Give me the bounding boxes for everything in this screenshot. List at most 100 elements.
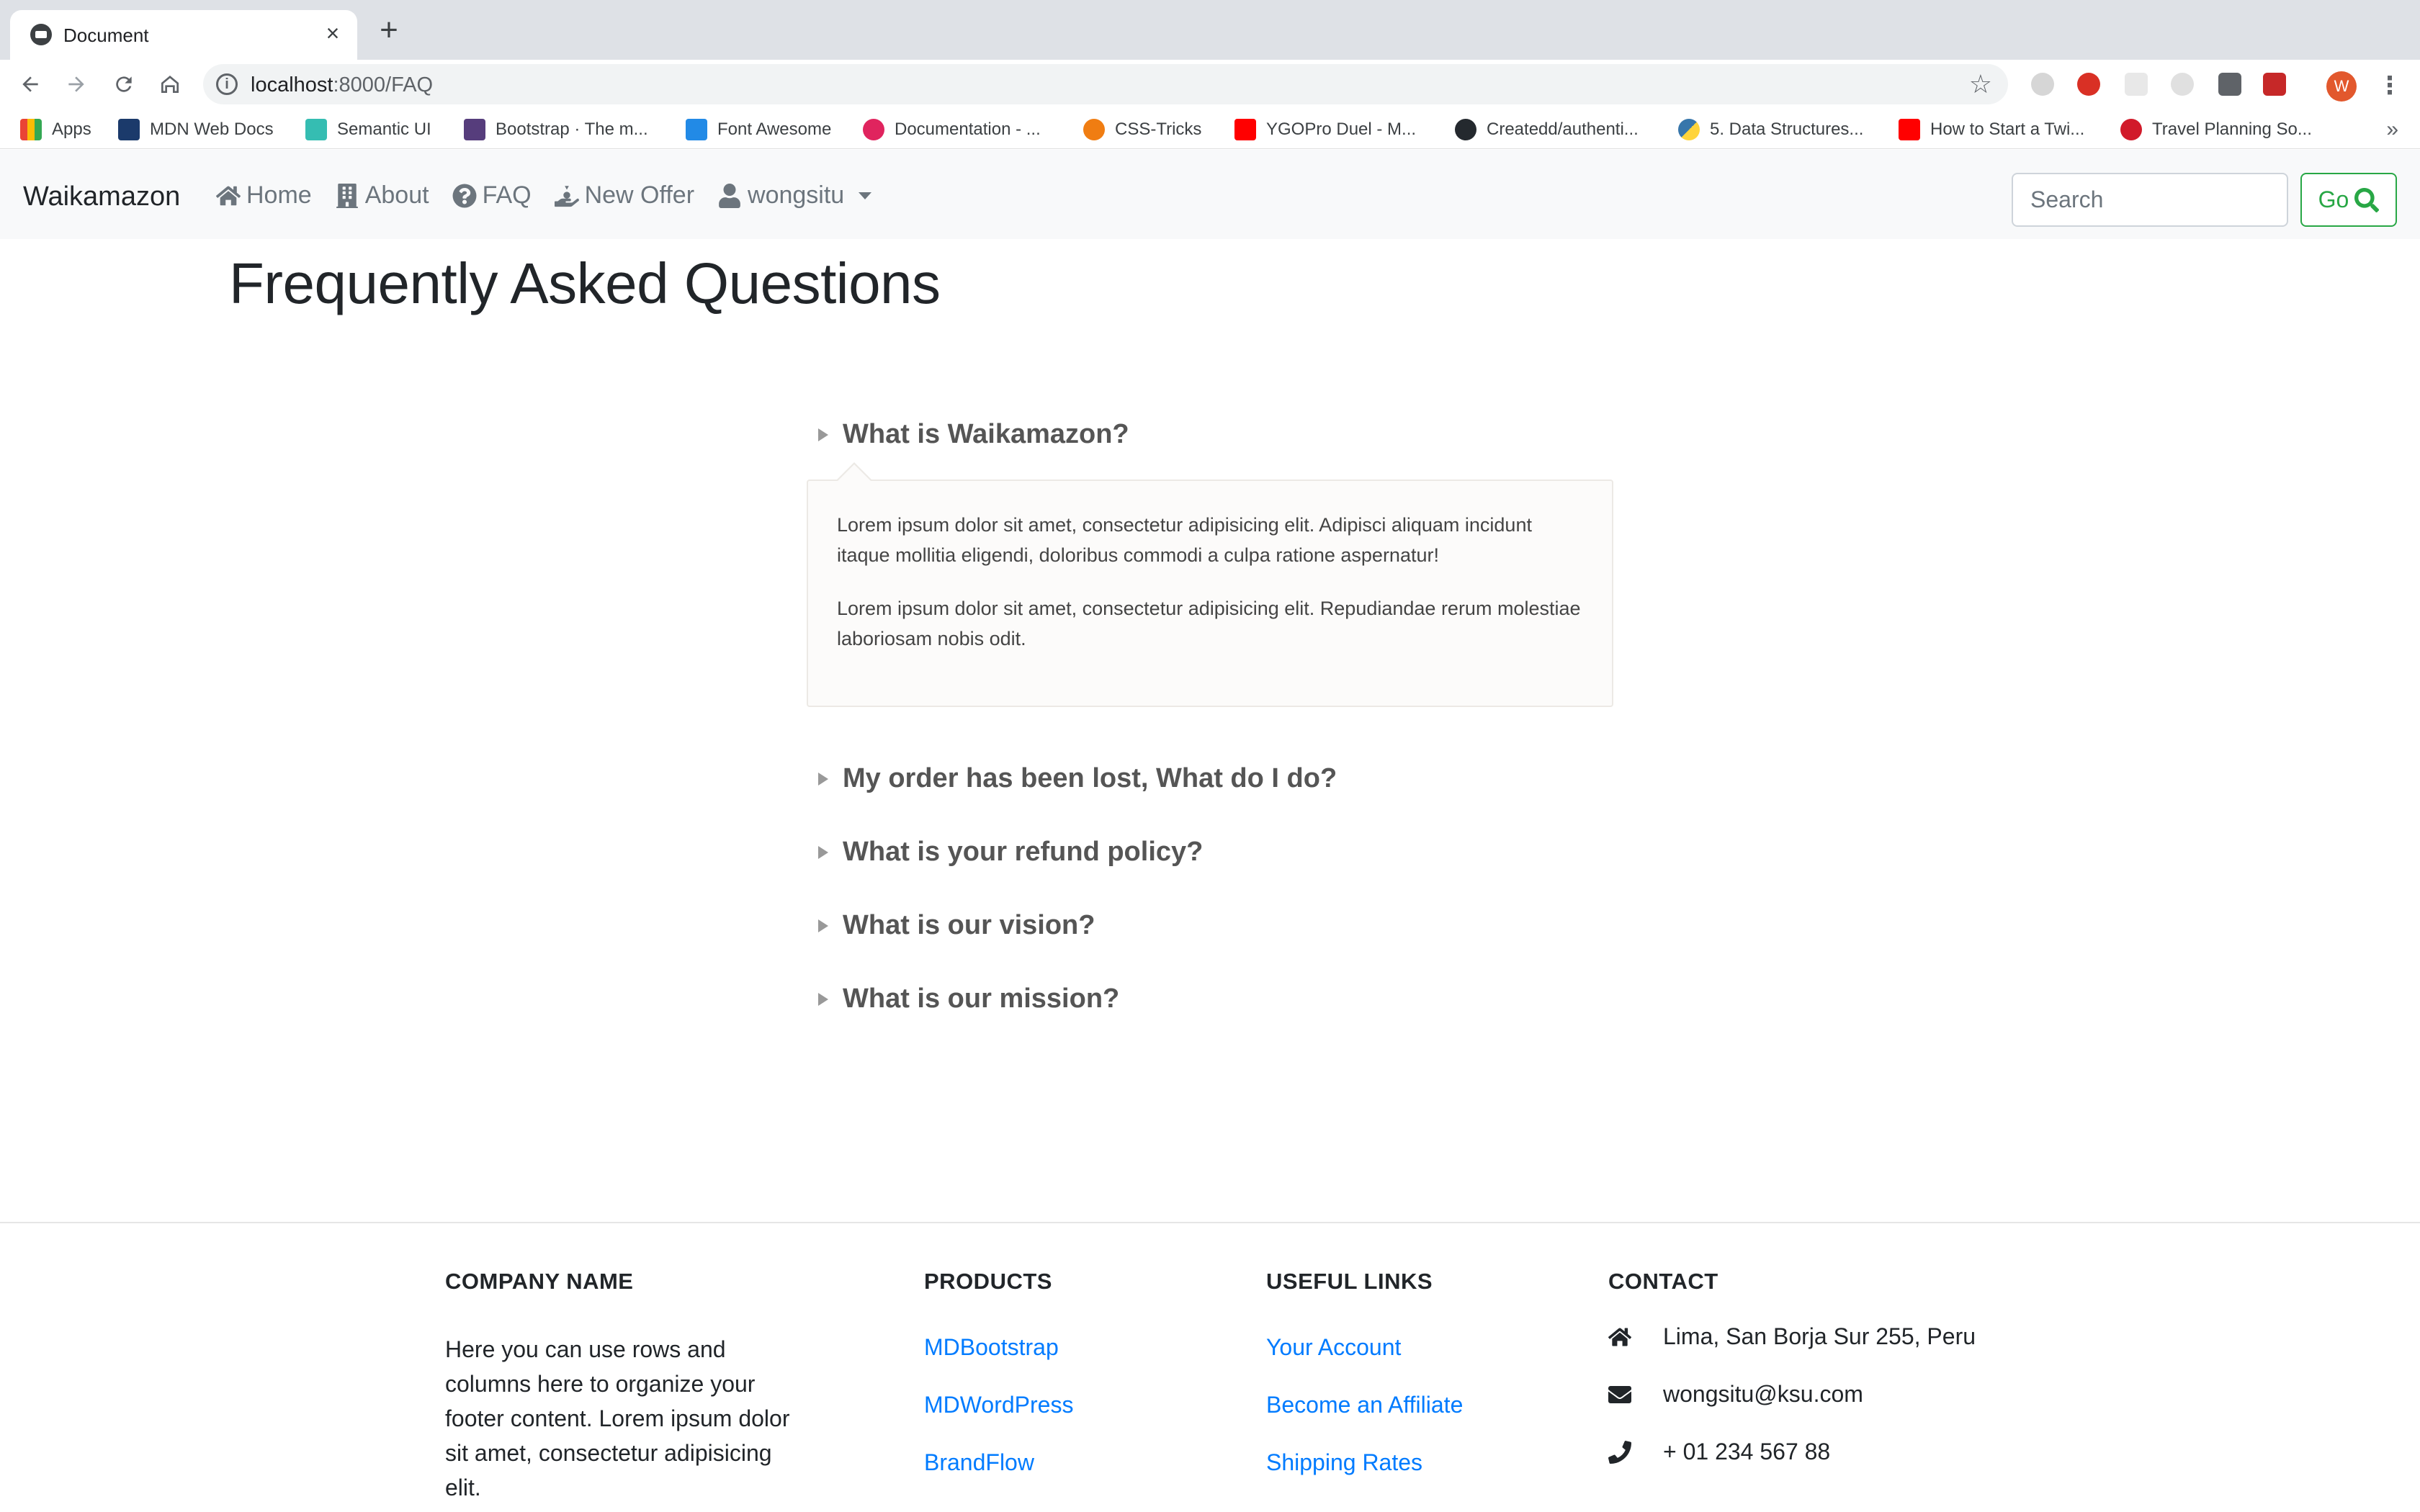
disclosure-triangle-icon [818,428,828,441]
bookmark-apps[interactable]: Apps [20,119,91,140]
home-browser-icon[interactable] [154,68,186,100]
brand-logo[interactable]: Waikamazon [23,181,180,212]
site-navbar: Waikamazon Home About FAQ New Offer wong… [0,150,2420,239]
envelope-icon [1608,1385,1631,1403]
footer-products-column: PRODUCTS MDBootstrap MDWordPress BrandFl… [924,1269,1073,1478]
nav-home[interactable]: Home [216,181,312,210]
adblock-extension-icon[interactable] [2077,73,2100,96]
bookmark-data-structures[interactable]: 5. Data Structures... [1678,119,1863,140]
footer-useful-links-column: USEFUL LINKS Your Account Become an Affi… [1266,1269,1463,1478]
bookmarks-bar: Apps MDN Web Docs Semantic UI Bootstrap … [0,109,2420,149]
footer-contact-column: CONTACT Lima, San Borja Sur 255, Peru wo… [1608,1269,1976,1467]
bookmark-ygopro[interactable]: YGOPro Duel - M... [1234,119,1416,140]
profile-avatar[interactable]: W [2326,71,2357,102]
bookmark-documentation[interactable]: Documentation - ... [863,119,1041,140]
bookmark-twitch[interactable]: How to Start a Twi... [1899,119,2084,140]
site-info-icon[interactable]: i [216,73,238,95]
nav-links: Home About FAQ New Offer wongsitu [216,181,872,210]
home-icon [216,186,241,205]
footer-divider [0,1222,2420,1223]
bookmark-star-icon[interactable]: ☆ [1969,70,1992,99]
nav-faq[interactable]: FAQ [452,181,532,210]
bookmark-bootstrap[interactable]: Bootstrap · The m... [464,119,648,140]
semantic-ui-icon [305,119,327,140]
faq-question[interactable]: What is Waikamazon? [818,419,1129,450]
bookmark-github[interactable]: Createdd/authenti... [1455,119,1639,140]
tab-favicon-icon [30,24,52,45]
nav-user-dropdown[interactable]: wongsitu [717,181,872,210]
faq-answer-paragraph: Lorem ipsum dolor sit amet, consectetur … [837,514,1532,566]
faq-question[interactable]: What is our mission? [818,984,1119,1014]
bookmark-travel[interactable]: Travel Planning So... [2120,119,2312,140]
address-bar[interactable]: i localhost:8000/FAQ ☆ [203,64,2008,104]
page-title: Frequently Asked Questions [229,251,941,315]
footer-heading: USEFUL LINKS [1266,1269,1433,1294]
css-off-extension-icon[interactable] [2218,73,2241,96]
apps-grid-icon [20,119,42,140]
footer-heading: COMPANY NAME [445,1269,634,1294]
browser-toolbar: i localhost:8000/FAQ ☆ W ⋮ [0,60,2420,109]
browser-tabstrip: Document × + [0,0,2420,60]
faq-question[interactable]: What is our vision? [818,910,1095,941]
contact-email: wongsitu@ksu.com [1608,1379,1976,1410]
footer-link[interactable]: Your Account [1266,1332,1463,1363]
search-icon [2354,187,2380,212]
reload-icon[interactable] [108,68,140,100]
footer-link[interactable]: BrandFlow [924,1447,1073,1478]
more-bookmarks-icon[interactable]: » [2386,117,2398,142]
nav-about[interactable]: About [335,181,429,210]
footer-heading: CONTACT [1608,1269,1718,1294]
python-icon [1678,119,1700,140]
search-input[interactable] [2012,173,2288,227]
browser-tab[interactable]: Document × [10,10,357,60]
nav-new-offer[interactable]: New Offer [554,181,694,210]
new-tab-button[interactable]: + [375,14,403,46]
bookmark-font-awesome[interactable]: Font Awesome [686,119,831,140]
home-icon [1608,1328,1631,1346]
user-icon [719,183,740,208]
bookmark-mdn[interactable]: MDN Web Docs [118,119,274,140]
mdn-icon [118,119,140,140]
faq-question[interactable]: What is your refund policy? [818,837,1203,868]
youtube-icon [1899,119,1920,140]
chevron-down-icon [859,192,872,199]
disclosure-triangle-icon [818,992,828,1006]
go-button[interactable]: Go [2300,173,2397,227]
disclosure-triangle-icon [818,772,828,786]
youtube-icon [1234,119,1256,140]
bootstrap-icon [464,119,485,140]
disclosure-triangle-icon [818,919,828,932]
extension-icon[interactable] [2125,73,2148,96]
disclosure-triangle-icon [818,845,828,859]
building-icon [336,183,358,208]
tab-title: Document [63,24,149,46]
footer-link[interactable]: MDWordPress [924,1390,1073,1421]
footer-company-column: COMPANY NAME Here you can use rows and c… [445,1269,812,1505]
extension-icon[interactable] [2031,73,2054,96]
github-icon [1455,119,1476,140]
css-tricks-icon [1083,119,1105,140]
faq-answer-paragraph: Lorem ipsum dolor sit amet, consectetur … [837,598,1581,649]
bookmark-css-tricks[interactable]: CSS-Tricks [1083,119,1201,140]
travel-icon [2120,119,2142,140]
footer-link[interactable]: MDBootstrap [924,1332,1073,1363]
close-tab-icon[interactable]: × [320,20,346,46]
documentation-icon [863,119,884,140]
hand-holding-icon [554,185,579,207]
phone-icon [1608,1440,1631,1464]
bookmark-semantic-ui[interactable]: Semantic UI [305,119,431,140]
faq-answer-panel: Lorem ipsum dolor sit amet, consectetur … [807,462,1613,707]
back-arrow-icon[interactable] [14,68,46,100]
contact-address: Lima, San Borja Sur 255, Peru [1608,1321,1976,1352]
footer-link[interactable]: Shipping Rates [1266,1447,1463,1478]
question-circle-icon [452,184,477,207]
forward-arrow-icon[interactable] [60,68,92,100]
contact-phone: + 01 234 567 88 [1608,1436,1976,1467]
cors-extension-icon[interactable] [2263,73,2286,96]
faq-question[interactable]: My order has been lost, What do I do? [818,763,1337,794]
browser-menu-icon[interactable]: ⋮ [2377,70,2403,102]
url-text: localhost:8000/FAQ [251,73,434,96]
extension-icon[interactable] [2171,73,2194,96]
footer-company-text: Here you can use rows and columns here t… [445,1336,790,1500]
footer-link[interactable]: Become an Affiliate [1266,1390,1463,1421]
